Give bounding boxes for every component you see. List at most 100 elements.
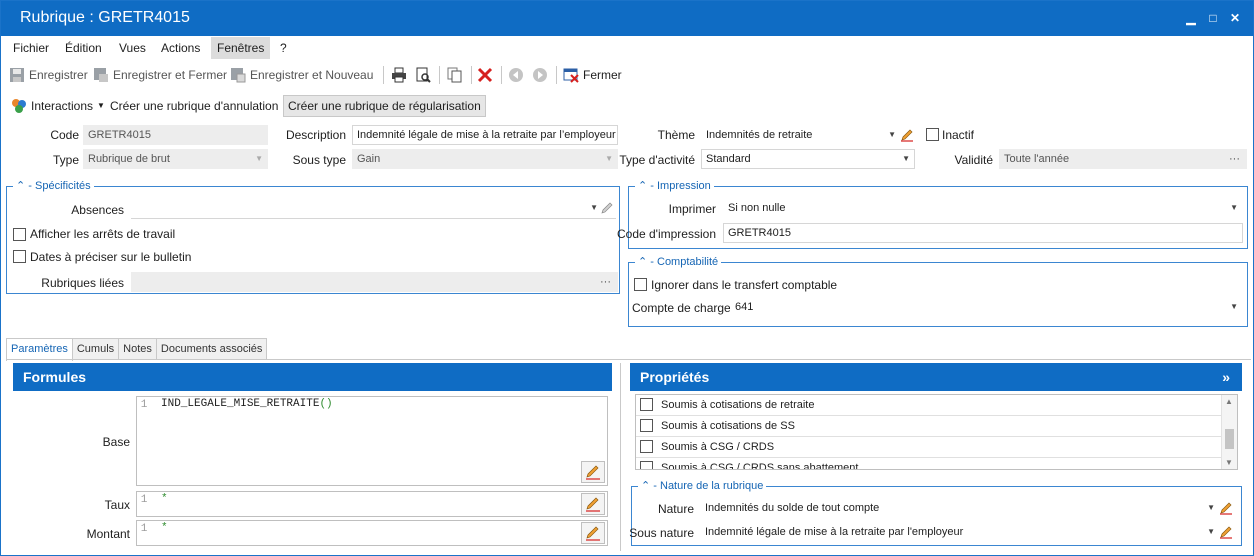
sousnature-value: Indemnité légale de mise à la retraite p… <box>705 526 964 538</box>
soustype-value: Gain <box>357 153 381 165</box>
inactif-checkbox[interactable] <box>926 128 939 141</box>
propriete-checkbox[interactable] <box>640 398 653 411</box>
pencil-icon[interactable] <box>1219 525 1233 539</box>
list-item[interactable]: Soumis à CSG / CRDS <box>636 437 1221 458</box>
type-select[interactable]: Rubrique de brut ▼ <box>83 149 268 169</box>
print-button[interactable] <box>391 64 407 86</box>
compte-charges-select[interactable]: 641 ▼ <box>730 297 1243 317</box>
pencil-icon[interactable] <box>900 128 914 142</box>
collapse-icon: ⌃ <box>638 256 648 268</box>
save-button[interactable]: Enregistrer <box>9 64 88 86</box>
tab-notes[interactable]: Notes <box>118 338 157 360</box>
description-field[interactable]: Indemnité légale de mise à la retraite p… <box>352 125 618 145</box>
previous-button[interactable] <box>508 64 524 86</box>
copy-button[interactable] <box>447 64 463 86</box>
scroll-thumb[interactable] <box>1225 429 1234 449</box>
create-regul-rubric-button[interactable]: Créer une rubrique de régularisation <box>283 95 486 117</box>
imprimer-select[interactable]: Si non nulle ▼ <box>723 198 1243 218</box>
taux-formula-code: * <box>161 493 168 505</box>
validite-field[interactable]: Toute l'année ··· <box>999 149 1247 169</box>
soustype-select[interactable]: Gain ▼ <box>352 149 618 169</box>
impression-title[interactable]: ⌃ - Impression <box>635 179 714 192</box>
menu-help[interactable]: ? <box>274 37 293 59</box>
nature-select[interactable]: Indemnités du solde de tout compte ▼ <box>700 498 1236 518</box>
dropdown-arrow-icon: ▼ <box>902 154 910 163</box>
menu-actions[interactable]: Actions <box>155 37 206 59</box>
scroll-up-icon[interactable]: ▲ <box>1225 397 1233 406</box>
code-impression-field[interactable]: GRETR4015 <box>723 223 1243 243</box>
print-preview-button[interactable] <box>415 64 431 86</box>
edit-taux-button[interactable] <box>581 493 605 515</box>
soustype-label: Sous type <box>292 153 346 167</box>
save-new-button[interactable]: Enregistrer et Nouveau <box>230 64 373 86</box>
list-item[interactable]: Soumis à cotisations de SS <box>636 416 1221 437</box>
copy-icon <box>447 67 463 83</box>
theme-label: Thème <box>657 128 695 142</box>
taux-formula-editor[interactable]: 1 * <box>136 491 608 517</box>
rubriques-liees-field[interactable]: ··· <box>131 272 618 292</box>
dropdown-arrow-icon: ▼ <box>1207 527 1215 536</box>
menu-edition[interactable]: Édition <box>59 37 108 59</box>
tab-documents[interactable]: Documents associés <box>155 338 268 360</box>
comptabilite-group: ⌃ - Comptabilité <box>628 255 1248 327</box>
typeactivite-label: Type d'activité <box>619 153 695 167</box>
main-toolbar: Enregistrer Enregistrer et Fermer Enregi… <box>1 61 1253 89</box>
code-field[interactable]: GRETR4015 <box>83 125 268 145</box>
menu-fenetres[interactable]: Fenêtres <box>211 37 271 59</box>
absences-select[interactable]: ▼ <box>131 199 616 219</box>
tab-cumuls[interactable]: Cumuls <box>71 338 120 360</box>
theme-select[interactable]: Indemnités de retraite ▼ <box>701 125 917 145</box>
save-close-label: Enregistrer et Fermer <box>113 68 228 82</box>
nature-title[interactable]: ⌃ - Nature de la rubrique <box>638 479 767 492</box>
base-formula-editor[interactable]: 1 IND_LEGALE_MISE_RETRAITE() <box>136 396 608 486</box>
expand-icon[interactable]: » <box>1222 363 1230 391</box>
ignorer-checkbox[interactable] <box>634 278 647 291</box>
interactions-dropdown[interactable]: Interactions ▼ <box>11 95 105 117</box>
list-item[interactable]: Soumis à CSG / CRDS sans abattement <box>636 458 1221 469</box>
dropdown-arrow-icon: ▼ <box>1230 203 1238 212</box>
code-label: Code <box>50 128 79 142</box>
proprietes-title: Propriétés <box>640 369 710 385</box>
edit-base-button[interactable] <box>581 461 605 483</box>
propriete-checkbox[interactable] <box>640 419 653 432</box>
maximize-button[interactable]: □ <box>1205 10 1221 26</box>
menu-fichier[interactable]: Fichier <box>7 37 55 59</box>
propriete-checkbox[interactable] <box>640 440 653 453</box>
edit-montant-button[interactable] <box>581 522 605 544</box>
next-button[interactable] <box>532 64 548 86</box>
save-label: Enregistrer <box>29 68 88 82</box>
proprietes-scrollbar[interactable]: ▲ ▼ <box>1221 395 1237 469</box>
printer-icon <box>391 67 407 83</box>
arrets-checkbox[interactable] <box>13 228 26 241</box>
tab-parametres[interactable]: Paramètres <box>6 338 73 361</box>
menu-bar: Fichier Édition Vues Actions Fenêtres ? <box>1 37 1253 59</box>
imprimer-label: Imprimer <box>668 202 716 216</box>
pencil-icon[interactable] <box>600 201 614 215</box>
specificites-title[interactable]: ⌃ - Spécificités <box>13 179 94 192</box>
dates-checkbox[interactable] <box>13 250 26 263</box>
montant-formula-editor[interactable]: 1 * <box>136 520 608 546</box>
floppy-icon <box>9 67 25 83</box>
comptabilite-title[interactable]: ⌃ - Comptabilité <box>635 255 722 268</box>
sousnature-select[interactable]: Indemnité légale de mise à la retraite p… <box>700 522 1236 542</box>
scroll-down-icon[interactable]: ▼ <box>1225 458 1233 467</box>
inactif-label: Inactif <box>942 128 975 142</box>
typeactivite-value: Standard <box>706 153 751 165</box>
delete-button[interactable] <box>477 64 493 86</box>
title-bar: Rubrique : GRETR4015 ▁ □ ✕ <box>1 1 1253 36</box>
create-cancel-rubric-button[interactable]: Créer une rubrique d'annulation <box>110 95 278 117</box>
minimize-button[interactable]: ▁ <box>1183 10 1199 26</box>
typeactivite-select[interactable]: Standard ▼ <box>701 149 915 169</box>
ellipsis-icon[interactable]: ··· <box>1229 150 1240 168</box>
list-item[interactable]: Soumis à cotisations de retraite <box>636 395 1221 416</box>
propriete-checkbox[interactable] <box>640 461 653 469</box>
interactions-icon <box>11 98 27 114</box>
rubriques-liees-label: Rubriques liées <box>41 276 124 290</box>
menu-vues[interactable]: Vues <box>113 37 152 59</box>
ellipsis-icon[interactable]: ··· <box>600 273 611 291</box>
close-window-button[interactable]: ✕ <box>1227 10 1243 26</box>
pencil-icon[interactable] <box>1219 501 1233 515</box>
close-button[interactable]: Fermer <box>563 64 622 86</box>
save-close-button[interactable]: Enregistrer et Fermer <box>93 64 227 86</box>
dropdown-arrow-icon: ▼ <box>255 154 263 163</box>
